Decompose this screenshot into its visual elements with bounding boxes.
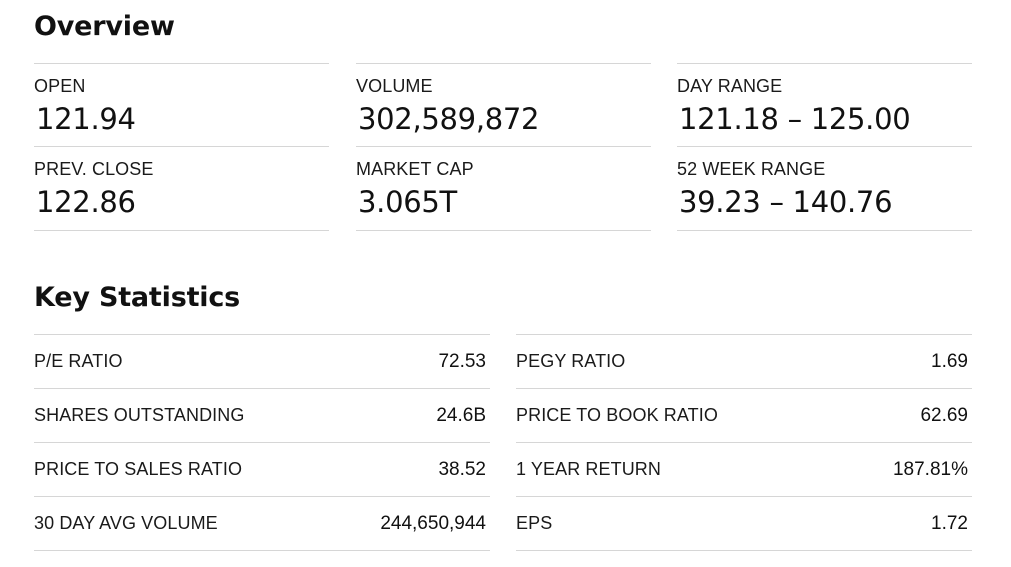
stat-label: MARKET CAP — [356, 159, 474, 179]
row-value: 38.52 — [438, 459, 486, 480]
stat-value: 121.94 — [36, 102, 136, 136]
key-statistics-heading: Key Statistics — [34, 282, 241, 313]
overview-stat-open: OPEN 121.94 — [34, 63, 329, 146]
key-statistics-column: PEGY RATIO 1.69 PRICE TO BOOK RATIO 62.6… — [516, 334, 972, 551]
row-label: PEGY RATIO — [516, 351, 626, 371]
row-label: PRICE TO SALES RATIO — [34, 459, 243, 479]
table-row: 30 DAY AVG VOLUME 244,650,944 — [34, 496, 490, 551]
table-row: PEGY RATIO 1.69 — [516, 334, 972, 388]
row-value: 72.53 — [438, 351, 486, 372]
row-value: 244,650,944 — [380, 513, 486, 534]
overview-column: DAY RANGE 121.18 – 125.00 52 WEEK RANGE … — [677, 63, 972, 231]
stat-value: 3.065T — [358, 185, 457, 219]
stat-label: PREV. CLOSE — [34, 159, 154, 179]
stat-label: DAY RANGE — [677, 76, 783, 96]
row-label: EPS — [516, 513, 553, 533]
overview-stat-market-cap: MARKET CAP 3.065T — [356, 146, 651, 231]
table-row: EPS 1.72 — [516, 496, 972, 551]
stat-value: 302,589,872 — [358, 102, 540, 136]
table-row: PRICE TO BOOK RATIO 62.69 — [516, 388, 972, 442]
overview-column: OPEN 121.94 PREV. CLOSE 122.86 — [34, 63, 329, 231]
row-label: SHARES OUTSTANDING — [34, 405, 245, 425]
table-row: P/E RATIO 72.53 — [34, 334, 490, 388]
key-statistics-column: P/E RATIO 72.53 SHARES OUTSTANDING 24.6B… — [34, 334, 490, 551]
row-value: 1.69 — [931, 351, 968, 372]
stat-label: OPEN — [34, 76, 86, 96]
row-value: 24.6B — [436, 405, 486, 426]
overview-stat-volume: VOLUME 302,589,872 — [356, 63, 651, 146]
table-row: SHARES OUTSTANDING 24.6B — [34, 388, 490, 442]
table-row: PRICE TO SALES RATIO 38.52 — [34, 442, 490, 496]
overview-stat-prev-close: PREV. CLOSE 122.86 — [34, 146, 329, 231]
overview-heading: Overview — [34, 11, 175, 42]
row-value: 1.72 — [931, 513, 968, 534]
row-label: P/E RATIO — [34, 351, 123, 371]
row-label: 1 YEAR RETURN — [516, 459, 662, 479]
overview-stat-day-range: DAY RANGE 121.18 – 125.00 — [677, 63, 972, 146]
stat-label: 52 WEEK RANGE — [677, 159, 826, 179]
row-label: 30 DAY AVG VOLUME — [34, 513, 218, 533]
stat-value: 122.86 — [36, 185, 136, 219]
row-value: 62.69 — [920, 405, 968, 426]
overview-stat-52-week-range: 52 WEEK RANGE 39.23 – 140.76 — [677, 146, 972, 231]
stat-value: 39.23 – 140.76 — [679, 185, 893, 219]
row-value: 187.81% — [892, 459, 968, 480]
row-label: PRICE TO BOOK RATIO — [516, 405, 718, 425]
stat-value: 121.18 – 125.00 — [679, 102, 911, 136]
table-row: 1 YEAR RETURN 187.81% — [516, 442, 972, 496]
stat-label: VOLUME — [356, 76, 433, 96]
overview-column: VOLUME 302,589,872 MARKET CAP 3.065T — [356, 63, 651, 231]
